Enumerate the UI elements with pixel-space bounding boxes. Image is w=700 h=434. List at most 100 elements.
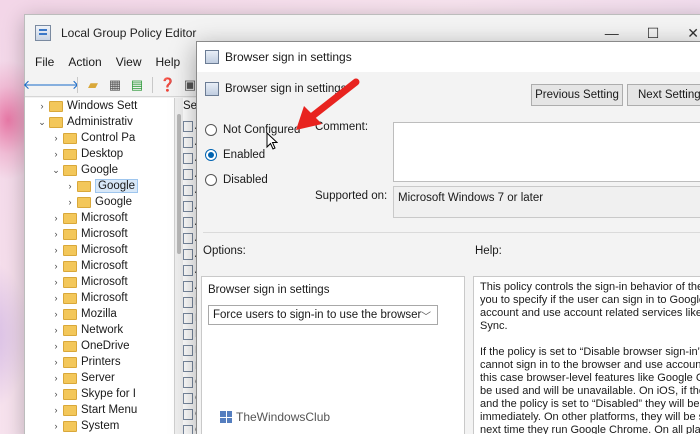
chevron-right-icon[interactable]: › (49, 309, 63, 319)
options-label: Options: (203, 245, 246, 257)
folder-icon (63, 372, 77, 384)
radio-disabled[interactable]: Disabled (205, 174, 268, 186)
up-folder-icon[interactable]: ▰ (84, 76, 102, 94)
chevron-right-icon[interactable]: › (49, 261, 63, 271)
tree-item[interactable]: › Microsoft (25, 274, 174, 290)
tree-item[interactable]: › Microsoft (25, 242, 174, 258)
window-title: Local Group Policy Editor (61, 26, 197, 40)
tree-item[interactable]: › Skype for I (25, 386, 174, 402)
chevron-right-icon[interactable]: › (49, 373, 63, 383)
chevron-right-icon[interactable]: › (49, 389, 63, 399)
radio-not-configured[interactable]: Not Configured (205, 124, 300, 136)
tree-item[interactable]: › System (25, 418, 174, 434)
tree-item[interactable]: › Control Pa (25, 130, 174, 146)
divider (203, 232, 700, 233)
chevron-right-icon[interactable]: › (49, 149, 63, 159)
show-hide-tree-icon[interactable]: ▦ (106, 76, 124, 94)
tree-item[interactable]: › Microsoft (25, 258, 174, 274)
menu-action[interactable]: Action (68, 55, 101, 69)
comment-textbox[interactable] (393, 122, 700, 182)
chevron-down-icon[interactable]: ⌄ (35, 117, 49, 128)
tree-item[interactable]: › Google (25, 194, 174, 210)
tree-item[interactable]: ⌄ Administrativ (25, 114, 174, 130)
tree-item[interactable]: › Server (25, 370, 174, 386)
forward-arrow-icon[interactable]: 🡒 (45, 76, 80, 94)
chevron-right-icon[interactable]: › (49, 213, 63, 223)
radio-not-configured-dot[interactable] (205, 124, 217, 136)
tree-item[interactable]: › Google (25, 178, 174, 194)
dialog-title-bar: Browser sign in settings (197, 42, 700, 72)
policy-setting-icon (183, 328, 193, 340)
chevron-right-icon[interactable]: › (49, 245, 63, 255)
tree-item[interactable]: › Mozilla (25, 306, 174, 322)
window-controls: — ☐ ✕ (605, 25, 699, 42)
tree-item[interactable]: ⌄ Google (25, 162, 174, 178)
help-panel: This policy controls the sign-in behavio… (473, 276, 700, 434)
tree-item[interactable]: › Microsoft (25, 210, 174, 226)
chevron-right-icon[interactable]: › (35, 101, 49, 111)
chevron-right-icon[interactable]: › (49, 229, 63, 239)
tree-item[interactable]: › Desktop (25, 146, 174, 162)
previous-setting-button[interactable]: Previous Setting (531, 84, 623, 106)
tree-item[interactable]: › Windows Sett (25, 98, 174, 114)
help-icon[interactable]: ❓ (159, 76, 177, 94)
tree-item[interactable]: › OneDrive (25, 338, 174, 354)
export-list-icon[interactable]: ▤ (128, 76, 146, 94)
folder-icon (63, 260, 77, 272)
policy-setting-icon (183, 152, 193, 164)
close-button[interactable]: ✕ (687, 25, 699, 42)
tree-item-label: Microsoft (81, 260, 128, 272)
tree-scrollbar[interactable] (175, 98, 183, 434)
folder-icon (63, 292, 77, 304)
tree-item[interactable]: › Microsoft (25, 290, 174, 306)
policy-setting-icon (183, 280, 193, 292)
chevron-right-icon[interactable]: › (49, 341, 63, 351)
menu-view[interactable]: View (116, 55, 142, 69)
dropdown-value: Force users to sign-in to use the browse… (213, 309, 422, 321)
radio-enabled-label: Enabled (223, 149, 266, 161)
tree-item[interactable]: › Microsoft (25, 226, 174, 242)
tree-item-label: Administrativ (67, 116, 133, 128)
tree-item-label: Microsoft (81, 276, 128, 288)
minimize-button[interactable]: — (605, 25, 619, 42)
chevron-down-icon[interactable]: ⌄ (49, 165, 63, 176)
folder-icon (63, 148, 77, 160)
policy-setting-icon (183, 344, 193, 356)
tree-item-label: Microsoft (81, 244, 128, 256)
tree-scrollbar-thumb[interactable] (177, 114, 181, 254)
chevron-right-icon[interactable]: › (49, 133, 63, 143)
tree-item-label: Skype for I (81, 388, 136, 400)
sign-in-mode-dropdown[interactable]: Force users to sign-in to use the browse… (208, 305, 438, 325)
tree-item-label: Server (81, 372, 115, 384)
chevron-right-icon[interactable]: › (63, 181, 77, 191)
tree-item[interactable]: › Network (25, 322, 174, 338)
chevron-right-icon[interactable]: › (63, 197, 77, 207)
help-line: If the policy is set to “Disable browser… (480, 346, 700, 358)
radio-enabled[interactable]: Enabled (205, 149, 265, 161)
option-title: Browser sign in settings (208, 284, 330, 296)
folder-icon (63, 212, 77, 224)
folder-icon (49, 100, 63, 112)
next-setting-button[interactable]: Next Setting (627, 84, 700, 106)
radio-disabled-dot[interactable] (205, 174, 217, 186)
help-line: cannot sign in to the browser and use ac… (480, 359, 700, 371)
chevron-right-icon[interactable]: › (49, 357, 63, 367)
tree-item[interactable]: › Printers (25, 354, 174, 370)
chevron-right-icon[interactable]: › (49, 325, 63, 335)
tree-item[interactable]: › Start Menu (25, 402, 174, 418)
radio-enabled-dot[interactable] (205, 149, 217, 161)
policy-setting-icon (183, 248, 193, 260)
policy-setting-icon (183, 392, 193, 404)
maximize-button[interactable]: ☐ (647, 25, 660, 42)
chevron-right-icon[interactable]: › (49, 293, 63, 303)
menu-help[interactable]: Help (156, 55, 181, 69)
policy-setting-icon (183, 232, 193, 244)
policy-setting-icon (183, 424, 193, 434)
chevron-right-icon[interactable]: › (49, 405, 63, 415)
tree-item-label: Microsoft (81, 228, 128, 240)
chevron-right-icon[interactable]: › (49, 277, 63, 287)
policy-setting-icon (183, 376, 193, 388)
annotation-arrow-icon (296, 78, 360, 130)
menu-file[interactable]: File (35, 55, 54, 69)
chevron-right-icon[interactable]: › (49, 421, 63, 431)
